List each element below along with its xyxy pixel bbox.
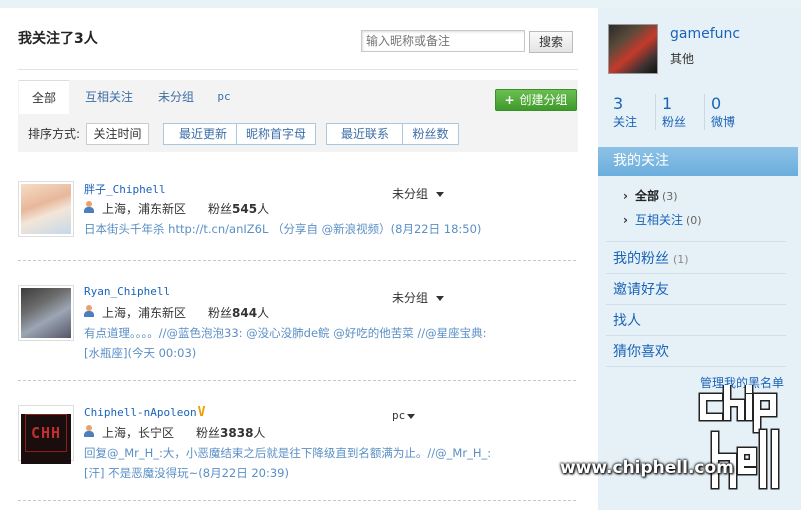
person-icon xyxy=(84,201,94,213)
latest-status[interactable]: 回复@_Mr_H_:大，小恶魔结束之后就是往下降级直到名额满为止。//@_Mr_… xyxy=(84,443,504,483)
sidebar-item-find-people[interactable]: 找人 xyxy=(613,310,641,330)
row-divider xyxy=(18,500,576,501)
stat-following[interactable]: 3 关注 xyxy=(613,94,637,130)
group-label: 未分组 xyxy=(392,187,429,201)
avatar[interactable] xyxy=(18,181,74,237)
sort-nickname-initial[interactable]: 昵称首字母 xyxy=(236,123,316,145)
sort-recent-update[interactable]: 最近更新 xyxy=(163,123,243,145)
user-location: 上海，浦东新区 xyxy=(102,306,187,320)
followed-user-3: CHH Chiphell-nApoleonV pc 上海，长宁区 粉丝3838人… xyxy=(18,405,578,510)
user-fans: 粉丝844人 xyxy=(208,306,270,320)
sort-fans-count[interactable]: 粉丝数 xyxy=(402,123,459,145)
plus-icon: + xyxy=(504,93,515,107)
group-label: pc xyxy=(392,409,406,422)
followed-user-2: Ryan_Chiphell 未分组 上海，浦东新区 粉丝844人 有点道理。。。… xyxy=(18,285,578,395)
stat-weibo[interactable]: 0 微博 xyxy=(711,94,735,130)
my-follow-header[interactable]: 我的关注 xyxy=(598,147,798,176)
person-icon xyxy=(84,305,94,317)
user-fans: 粉丝3838人 xyxy=(196,426,266,440)
page-title: 我关注了3人 xyxy=(18,31,98,47)
user-location: 上海，长宁区 xyxy=(102,426,175,440)
main-panel: 我关注了3人 搜索 全部 互相关注 未分组 pc + 创建分组 排序方式: 关注时… xyxy=(0,8,598,510)
divider xyxy=(606,335,786,336)
tab-ungrouped[interactable]: 未分组 xyxy=(156,80,196,114)
group-label: 未分组 xyxy=(392,291,429,305)
create-group-label: 创建分组 xyxy=(519,93,568,107)
row-divider xyxy=(18,380,576,381)
divider xyxy=(18,69,578,70)
tab-all[interactable]: 全部 xyxy=(19,80,69,114)
profile-username[interactable]: gamefunc xyxy=(670,26,740,42)
latest-status[interactable]: 有点道理。。。。//@蓝色泡泡33: @没心没肺de鲩 @好吃的他苦菜 //@星… xyxy=(84,323,504,363)
search-button[interactable]: 搜索 xyxy=(529,31,573,53)
avatar[interactable]: CHH xyxy=(18,405,74,464)
avatar-logo-text: CHH xyxy=(25,414,67,452)
user-name-link[interactable]: Chiphell-nApoleonV xyxy=(84,405,205,420)
profile-avatar[interactable] xyxy=(608,24,658,74)
sidebar-item-mutual[interactable]: › 互相关注 (0) xyxy=(623,211,702,228)
stat-fans[interactable]: 1 粉丝 xyxy=(662,94,686,130)
watermark-logo-icon xyxy=(698,385,780,490)
create-group-button[interactable]: + 创建分组 xyxy=(495,89,577,111)
divider xyxy=(606,366,786,367)
group-dropdown[interactable]: pc xyxy=(392,409,416,422)
divider xyxy=(606,304,786,305)
sidebar-item-invite[interactable]: 邀请好友 xyxy=(613,279,669,299)
row-divider xyxy=(18,260,576,261)
search-input[interactable] xyxy=(361,30,525,52)
avatar[interactable] xyxy=(18,285,74,341)
caret-down-icon xyxy=(436,296,445,301)
sort-follow-time[interactable]: 关注时间 xyxy=(86,123,149,145)
sidebar-item-guess-you-like[interactable]: 猜你喜欢 xyxy=(613,341,669,361)
group-dropdown[interactable]: 未分组 xyxy=(392,289,445,306)
user-location: 上海，浦东新区 xyxy=(102,202,187,216)
profile-subtitle: 其他 xyxy=(670,52,695,66)
latest-status[interactable]: 日本街头千年杀 http://t.cn/anIZ6L （分享自 @新浪视频）(8… xyxy=(84,219,504,239)
caret-down-icon xyxy=(436,192,445,197)
divider xyxy=(704,94,705,130)
caret-down-icon xyxy=(407,413,416,419)
sort-label: 排序方式: xyxy=(28,127,81,141)
verified-badge-icon: V xyxy=(197,405,206,420)
tab-mutual[interactable]: 互相关注 xyxy=(84,80,134,114)
watermark-text: www.chiphell.com xyxy=(560,458,734,478)
divider xyxy=(655,94,656,130)
tab-pc[interactable]: pc xyxy=(216,80,232,114)
followed-user-1: 胖子_Chiphell 未分组 上海，浦东新区 粉丝545人 日本街头千年杀 h… xyxy=(18,181,578,291)
sort-row: 排序方式: 关注时间 最近更新 昵称首字母 最近联系 粉丝数 xyxy=(18,115,578,152)
user-name-link[interactable]: 胖子_Chiphell xyxy=(84,181,166,197)
sidebar-item-all[interactable]: › 全部 (3) xyxy=(623,187,678,204)
divider xyxy=(606,273,786,274)
group-dropdown[interactable]: 未分组 xyxy=(392,185,445,202)
sidebar-item-my-fans[interactable]: 我的粉丝 (1) xyxy=(613,248,689,268)
chevron-right-icon: › xyxy=(623,189,628,203)
person-icon xyxy=(84,425,94,437)
top-strip xyxy=(0,0,801,8)
chevron-right-icon: › xyxy=(623,213,628,227)
user-fans: 粉丝545人 xyxy=(208,202,270,216)
divider xyxy=(606,241,786,242)
sort-recent-contact[interactable]: 最近联系 xyxy=(326,123,404,145)
user-name-link[interactable]: Ryan_Chiphell xyxy=(84,285,170,298)
